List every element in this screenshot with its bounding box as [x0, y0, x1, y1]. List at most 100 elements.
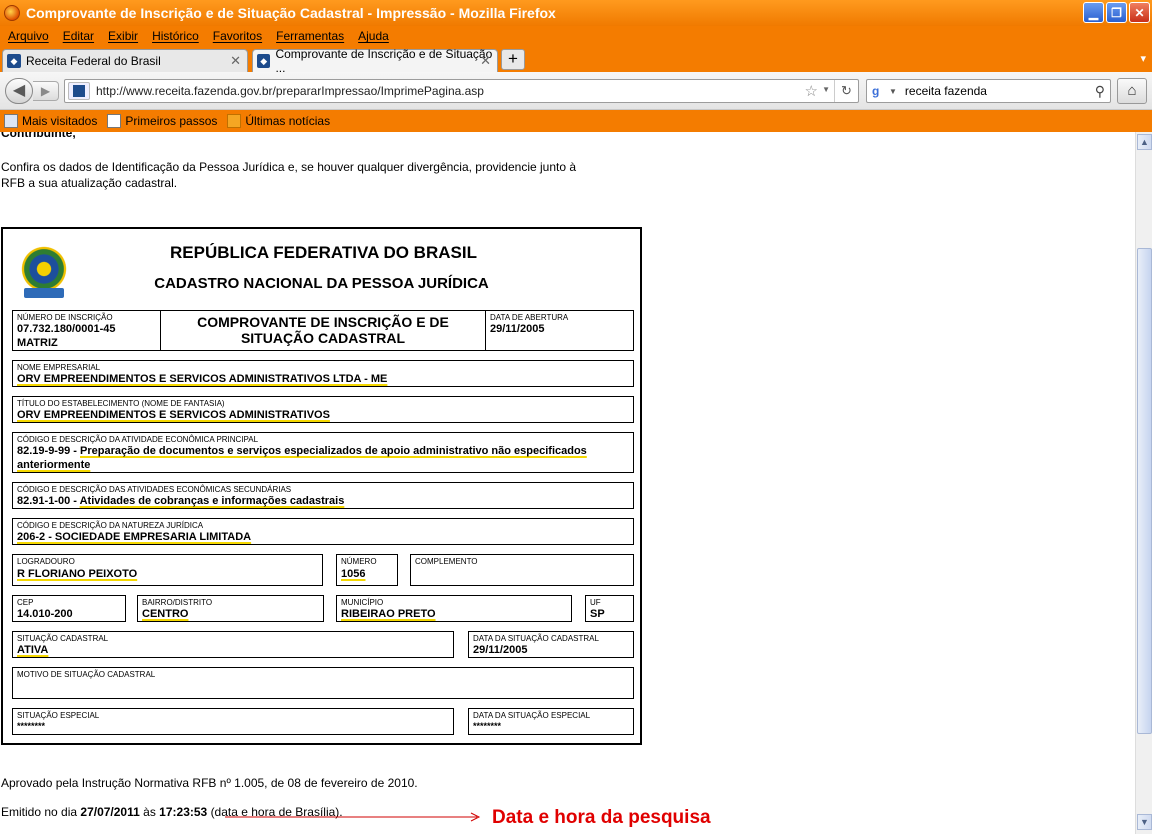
- data-situacao-especial-value: ********: [473, 721, 502, 731]
- field-label: COMPLEMENTO: [415, 557, 478, 566]
- annotation-arrow-icon: [225, 812, 481, 822]
- field-nome-empresarial: NOME EMPRESARIAL ORV EMPREENDIMENTOS E S…: [12, 360, 634, 387]
- close-tab-icon[interactable]: ✕: [230, 53, 241, 69]
- field-label: NÚMERO DE INSCRIÇÃO: [17, 313, 113, 322]
- tab-comprovante[interactable]: ◆ Comprovante de Inscrição e de Situação…: [252, 47, 498, 75]
- uf-value: SP: [590, 608, 605, 620]
- tab-receita-federal[interactable]: ◆ Receita Federal do Brasil ✕: [2, 49, 248, 72]
- window-title: Comprovante de Inscrição e de Situação C…: [26, 5, 556, 21]
- search-bar[interactable]: g ▼ receita fazenda ⚲: [866, 79, 1111, 103]
- intro-line-2: RFB a sua atualização cadastral.: [1, 176, 178, 190]
- field-label: NÚMERO: [341, 557, 377, 566]
- annotation-label: Data e hora da pesquisa: [492, 807, 711, 828]
- menu-ajuda[interactable]: Ajuda: [358, 29, 389, 43]
- comprovante-title: COMPROVANTE DE INSCRIÇÃO E DE SITUAÇÃO C…: [160, 310, 486, 351]
- bookmark-ultimas-noticias[interactable]: Últimas notícias: [227, 114, 330, 128]
- natureza-juridica-value: 206-2 - SOCIEDADE EMPRESARIA LIMITADA: [17, 531, 252, 543]
- field-label: CÓDIGO E DESCRIÇÃO DA ATIVIDADE ECONÔMIC…: [17, 435, 259, 444]
- field-bairro: BAIRRO/DISTRITO CENTRO: [137, 595, 324, 622]
- scroll-up-arrow-icon[interactable]: ▲: [1137, 134, 1152, 150]
- data-situacao-value: 29/11/2005: [473, 644, 528, 656]
- url-text[interactable]: http://www.receita.fazenda.gov.br/prepar…: [96, 84, 484, 98]
- data-abertura-value: 29/11/2005: [490, 323, 545, 335]
- bookmarks-toolbar: Mais visitados Primeiros passos Últimas …: [0, 110, 1152, 132]
- receita-favicon-icon: ◆: [7, 54, 21, 68]
- field-data-abertura: DATA DE ABERTURA 29/11/2005: [485, 310, 634, 351]
- bookmark-mais-visitados[interactable]: Mais visitados: [4, 114, 97, 128]
- municipio-value: RIBEIRAO PRETO: [341, 608, 436, 620]
- matriz-value: MATRIZ: [17, 337, 58, 349]
- scrollbar-thumb[interactable]: [1137, 248, 1152, 734]
- atividade-principal-line2: anteriormente: [17, 459, 91, 471]
- url-bar[interactable]: http://www.receita.fazenda.gov.br/prepar…: [64, 79, 859, 103]
- emission-time: 17:23:53: [159, 805, 208, 819]
- tab-label: Comprovante de Inscrição e de Situação .…: [275, 47, 493, 75]
- atividade-desc: Preparação de documentos e serviços espe…: [80, 445, 587, 457]
- situacao-cadastral-value: ATIVA: [17, 644, 49, 656]
- firefox-icon: [4, 5, 20, 21]
- nome-fantasia-value: ORV EMPREENDIMENTOS E SERVICOS ADMINISTR…: [17, 409, 330, 421]
- situacao-especial-value: ********: [17, 721, 46, 731]
- close-window-button[interactable]: ✕: [1129, 2, 1150, 23]
- secundarias-desc: Atividades de cobranças e informações ca…: [79, 495, 345, 507]
- logradouro-value: R FLORIANO PEIXOTO: [17, 568, 138, 580]
- field-label: TÍTULO DO ESTABELECIMENTO (NOME DE FANTA…: [17, 399, 225, 408]
- cnpj-certificate: REPÚBLICA FEDERATIVA DO BRASIL CADASTRO …: [1, 227, 642, 745]
- menu-arquivo[interactable]: Arquivo: [8, 29, 49, 43]
- minimize-button[interactable]: ▁: [1083, 2, 1104, 23]
- menu-historico[interactable]: Histórico: [152, 29, 199, 43]
- site-identity-icon[interactable]: [68, 82, 90, 100]
- menu-exibir[interactable]: Exibir: [108, 29, 138, 43]
- forward-button[interactable]: ▶: [33, 81, 59, 101]
- menu-ferramentas[interactable]: Ferramentas: [276, 29, 344, 43]
- field-label: DATA DE ABERTURA: [490, 313, 569, 322]
- bookmark-star-icon[interactable]: ☆: [805, 82, 818, 100]
- field-municipio: MUNICÍPIO RIBEIRAO PRETO: [336, 595, 572, 622]
- search-icon[interactable]: ⚲: [1095, 83, 1105, 100]
- window-titlebar: Comprovante de Inscrição e de Situação C…: [0, 0, 1152, 26]
- page-content: Contribuinte, Confira os dados de Identi…: [0, 132, 1135, 834]
- field-label: DATA DA SITUAÇÃO CADASTRAL: [473, 634, 599, 643]
- google-search-engine-icon[interactable]: g: [872, 84, 886, 98]
- menu-bar: Arquivo Editar Exibir Histórico Favorito…: [0, 26, 1152, 46]
- scroll-down-arrow-icon[interactable]: ▼: [1137, 814, 1152, 830]
- atividade-code: 82.19-9-99 -: [17, 445, 77, 457]
- vertical-scrollbar[interactable]: ▲ ▼: [1135, 132, 1152, 834]
- new-tab-button[interactable]: +: [501, 49, 525, 70]
- most-visited-icon: [4, 114, 18, 128]
- bookmark-label: Primeiros passos: [125, 114, 218, 128]
- field-data-situacao: DATA DA SITUAÇÃO CADASTRAL 29/11/2005: [468, 631, 634, 658]
- cep-value: 14.010-200: [17, 608, 73, 620]
- tab-bar: ◆ Receita Federal do Brasil ✕ ◆ Comprova…: [0, 46, 1152, 75]
- field-label: DATA DA SITUAÇÃO ESPECIAL: [473, 711, 591, 720]
- intro-heading: Contribuinte,: [1, 132, 76, 140]
- bairro-value: CENTRO: [142, 608, 189, 620]
- field-data-situacao-especial: DATA DA SITUAÇÃO ESPECIAL ********: [468, 708, 634, 735]
- field-label: CÓDIGO E DESCRIÇÃO DAS ATIVIDADES ECONÔM…: [17, 485, 292, 494]
- field-label: CEP: [17, 598, 34, 607]
- menu-editar[interactable]: Editar: [63, 29, 94, 43]
- field-natureza-juridica: CÓDIGO E DESCRIÇÃO DA NATUREZA JURÍDICA …: [12, 518, 634, 545]
- field-label: SITUAÇÃO CADASTRAL: [17, 634, 109, 643]
- field-atividades-secundarias: CÓDIGO E DESCRIÇÃO DAS ATIVIDADES ECONÔM…: [12, 482, 634, 509]
- menu-favoritos[interactable]: Favoritos: [213, 29, 262, 43]
- field-label: MUNICÍPIO: [341, 598, 384, 607]
- approval-text: Aprovado pela Instrução Normativa RFB nº…: [1, 776, 418, 790]
- field-uf: UF SP: [585, 595, 634, 622]
- close-tab-icon[interactable]: ✕: [480, 53, 491, 69]
- secundarias-code: 82.91-1-00 -: [17, 495, 77, 507]
- list-all-tabs-icon[interactable]: ▾: [1140, 52, 1146, 65]
- field-label: SITUAÇÃO ESPECIAL: [17, 711, 100, 720]
- home-button[interactable]: ⌂: [1117, 78, 1147, 104]
- search-input[interactable]: receita fazenda: [905, 84, 987, 98]
- search-engine-dropdown-icon[interactable]: ▼: [889, 87, 897, 96]
- url-dropdown-icon[interactable]: ▼: [822, 85, 830, 94]
- field-nome-fantasia: TÍTULO DO ESTABELECIMENTO (NOME DE FANTA…: [12, 396, 634, 423]
- maximize-button[interactable]: ❐: [1106, 2, 1127, 23]
- field-complemento: COMPLEMENTO: [410, 554, 634, 586]
- back-button[interactable]: ◀: [5, 78, 33, 104]
- nome-empresarial-value: ORV EMPREENDIMENTOS E SERVICOS ADMINISTR…: [17, 373, 388, 385]
- reload-button[interactable]: ↻: [834, 80, 858, 102]
- atividade-principal-line1: 82.19-9-99 - Preparação de documentos e …: [17, 445, 587, 457]
- bookmark-primeiros-passos[interactable]: Primeiros passos: [107, 114, 217, 128]
